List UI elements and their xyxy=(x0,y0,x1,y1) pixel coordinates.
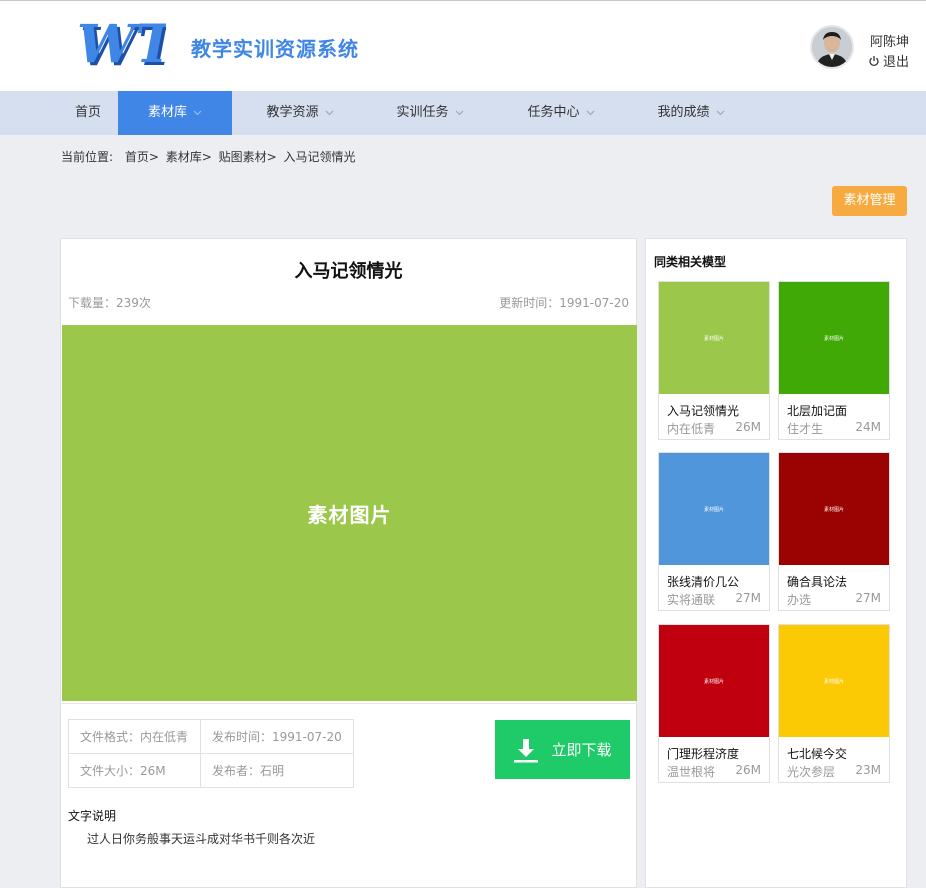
main-nav: 首页 素材库 教学资源 实训任务 任务中心 我的成绩 xyxy=(0,91,926,135)
nav-item-my-scores[interactable]: 我的成绩 xyxy=(637,91,745,135)
related-models-panel: 同类相关模型 素材图片 入马记领情光 内在低青 26M 素材图片 北层加记面 住… xyxy=(645,238,907,888)
breadcrumb-home[interactable]: 首页> xyxy=(125,150,159,164)
nav-item-label: 首页 xyxy=(74,105,101,120)
file-size: 文件大小：26M xyxy=(68,753,201,788)
logo-text: WT xyxy=(77,14,166,75)
related-thumbnail: 素材图片 xyxy=(659,453,769,565)
related-author: 住才生 xyxy=(787,422,824,436)
nav-item-label: 我的成绩 xyxy=(657,105,710,120)
nav-item-teaching-resources[interactable]: 教学资源 xyxy=(246,91,354,135)
logout-label: 退出 xyxy=(883,55,910,70)
download-label: 立即下载 xyxy=(551,741,612,759)
related-card[interactable]: 素材图片 北层加记面 住才生 24M xyxy=(778,281,890,440)
nav-item-task-center[interactable]: 任务中心 xyxy=(507,91,615,135)
chevron-down-icon xyxy=(716,110,724,116)
related-author: 光次参层 xyxy=(787,765,836,779)
nav-item-label: 素材库 xyxy=(147,105,187,120)
related-author: 实将通联 xyxy=(667,593,716,607)
username: 阿陈坤 xyxy=(870,35,910,50)
file-format: 文件格式：内在低青 xyxy=(68,719,201,754)
related-size: 27M xyxy=(855,591,881,605)
related-thumbnail: 素材图片 xyxy=(659,282,769,394)
breadcrumb: 当前位置: 首页> 素材库> 贴图素材> 入马记领情光 xyxy=(61,148,359,165)
power-icon xyxy=(869,55,879,66)
related-thumbnail: 素材图片 xyxy=(779,453,889,565)
related-name: 张线清价几公 xyxy=(667,575,740,589)
related-name: 确合具论法 xyxy=(787,575,848,589)
related-author: 办选 xyxy=(787,593,812,607)
publisher: 发布者：石明 xyxy=(200,753,354,788)
update-time: 更新时间：1991-07-20 xyxy=(499,296,629,310)
related-name: 七北候今交 xyxy=(787,747,848,761)
related-card[interactable]: 素材图片 七北候今交 光次参层 23M xyxy=(778,624,890,783)
related-name: 北层加记面 xyxy=(787,404,848,418)
breadcrumb-texture-material[interactable]: 贴图素材> xyxy=(219,150,277,164)
header: WT WT 教学实训资源系统 阿陈坤 退出 xyxy=(0,1,926,91)
related-author: 内在低青 xyxy=(667,422,716,436)
description-text: 过人日你务般事天运斗成对华书千则各次近 xyxy=(87,832,316,846)
related-card[interactable]: 素材图片 确合具论法 办选 27M xyxy=(778,452,890,611)
related-size: 26M xyxy=(735,763,761,777)
chevron-down-icon xyxy=(193,110,202,116)
related-card[interactable]: 素材图片 入马记领情光 内在低青 26M xyxy=(658,281,770,440)
nav-item-label: 任务中心 xyxy=(527,105,580,120)
material-preview-image: 素材图片 xyxy=(62,325,637,701)
file-info-table: 文件格式：内在低青 发布时间：1991-07-20 文件大小：26M 发布者：石… xyxy=(68,719,354,788)
related-card[interactable]: 素材图片 张线清价几公 实将通联 27M xyxy=(658,452,770,611)
related-name: 门理形程济度 xyxy=(667,747,740,761)
related-size: 26M xyxy=(735,420,761,434)
publish-time: 发布时间：1991-07-20 xyxy=(200,719,354,754)
related-thumbnail: 素材图片 xyxy=(779,625,889,737)
description-title: 文字说明 xyxy=(68,809,117,823)
download-now-button[interactable]: 立即下载 xyxy=(495,720,630,779)
related-size: 27M xyxy=(735,591,761,605)
chevron-down-icon xyxy=(586,110,594,116)
related-title: 同类相关模型 xyxy=(654,255,727,269)
preview-label: 素材图片 xyxy=(307,502,392,527)
nav-item-material-library[interactable]: 素材库 xyxy=(118,91,232,135)
material-title: 入马记领情光 xyxy=(294,261,403,282)
related-size: 23M xyxy=(855,763,881,777)
system-title: 教学实训资源系统 xyxy=(191,37,359,61)
chevron-down-icon xyxy=(325,110,333,116)
logout-button[interactable]: 退出 xyxy=(868,51,909,70)
material-detail-panel: 入马记领情光 下载量：239次 更新时间：1991-07-20 素材图片 文件格… xyxy=(60,238,637,888)
related-name: 入马记领情光 xyxy=(667,404,740,418)
nav-item-home[interactable]: 首页 xyxy=(58,91,118,135)
download-count: 下载量：239次 xyxy=(68,296,151,310)
breadcrumb-current: 入马记领情光 xyxy=(283,150,356,164)
related-thumbnail: 素材图片 xyxy=(659,625,769,737)
related-author: 温世根将 xyxy=(667,765,716,779)
related-thumbnail: 素材图片 xyxy=(779,282,889,394)
material-management-button[interactable]: 素材管理 xyxy=(832,186,907,216)
breadcrumb-prefix: 当前位置: xyxy=(61,150,114,164)
avatar[interactable] xyxy=(810,25,854,69)
logo: WT WT xyxy=(74,13,180,78)
nav-item-label: 实训任务 xyxy=(396,105,449,120)
related-card[interactable]: 素材图片 门理形程济度 温世根将 26M xyxy=(658,624,770,783)
download-icon xyxy=(514,738,539,762)
divider xyxy=(62,703,637,704)
nav-item-training-tasks[interactable]: 实训任务 xyxy=(376,91,484,135)
chevron-down-icon xyxy=(455,110,463,116)
related-size: 24M xyxy=(855,420,881,434)
nav-item-label: 教学资源 xyxy=(266,105,319,120)
breadcrumb-material-library[interactable]: 素材库> xyxy=(166,150,212,164)
